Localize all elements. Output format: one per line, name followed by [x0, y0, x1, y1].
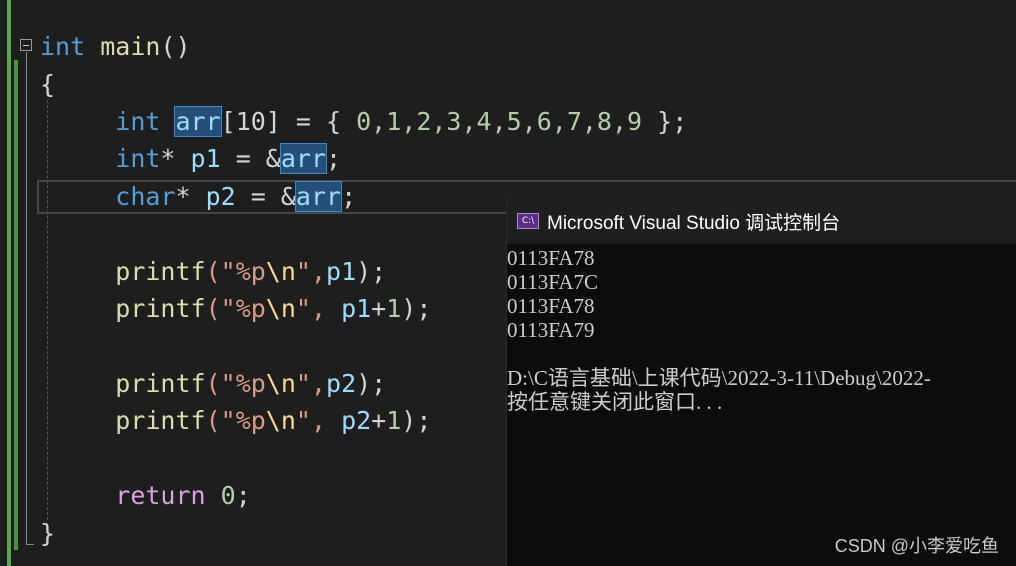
- variable: p1: [190, 144, 221, 173]
- code-line-3: int arr[10] = { 0,1,2,3,4,5,6,7,8,9 };: [40, 105, 687, 139]
- punctuation: );: [356, 369, 387, 398]
- code-line-5: char* p2 = &arr;: [40, 180, 356, 214]
- string-open: (": [205, 294, 236, 323]
- console-line: 0113FA78: [507, 294, 595, 318]
- escape-sequence: \n: [265, 406, 296, 435]
- fold-guide-line: [26, 52, 27, 544]
- fold-guide-end: [26, 544, 34, 545]
- debug-console-window[interactable]: C:\ Microsoft Visual Studio 调试控制台 0113FA…: [506, 198, 1016, 566]
- console-line: 0113FA78: [507, 246, 595, 270]
- format-specifier: %p: [235, 294, 266, 323]
- code-line-1: int main(): [40, 30, 191, 64]
- keyword: int: [115, 107, 161, 136]
- array-size: [10] = {: [220, 107, 357, 136]
- collapse-toggle-icon[interactable]: [20, 39, 32, 51]
- function-name: printf: [115, 294, 206, 323]
- number: 1: [386, 406, 402, 435]
- console-app-icon: C:\: [517, 213, 539, 229]
- function-name: printf: [115, 406, 206, 435]
- array-values: 0,1,2,3,4,5,6,7,8,9: [356, 107, 643, 136]
- code-line-11: printf("%p\n", p2+1);: [40, 404, 431, 438]
- function-name: main: [100, 32, 161, 61]
- console-title-bar[interactable]: C:\ Microsoft Visual Studio 调试控制台: [507, 198, 1016, 244]
- format-specifier: %p: [235, 406, 266, 435]
- code-line-13: return 0;: [40, 479, 251, 513]
- console-output[interactable]: 0113FA78 0113FA7C 0113FA78 0113FA79 D:\C语言基础…: [507, 246, 1016, 414]
- variable: p1: [341, 294, 372, 323]
- punctuation: *: [175, 182, 206, 211]
- brace-open: {: [40, 70, 56, 99]
- punctuation: (): [160, 32, 191, 61]
- punctuation: ;: [341, 182, 357, 211]
- punctuation: };: [642, 107, 688, 136]
- punctuation: ;: [235, 481, 251, 510]
- escape-sequence: \n: [265, 369, 296, 398]
- keyword: int: [40, 32, 86, 61]
- string-open: (": [205, 369, 236, 398]
- operator: = &: [235, 182, 296, 211]
- watermark: CSDN @小李爱吃鱼: [834, 536, 999, 556]
- code-line-4: int* p1 = &arr;: [40, 142, 341, 176]
- array-identifier: arr: [294, 181, 343, 212]
- console-line: D:\C语言基础\上课代码\2022-3-11\Debug\2022-: [507, 366, 931, 390]
- keyword-return: return: [115, 481, 206, 510]
- punctuation: );: [356, 257, 387, 286]
- operator: = &: [220, 144, 281, 173]
- code-line-8: printf("%p\n", p1+1);: [40, 292, 431, 326]
- console-line: 按任意键关闭此窗口. . .: [507, 390, 723, 414]
- escape-sequence: \n: [265, 294, 296, 323]
- variable: p2: [341, 406, 372, 435]
- number: 0: [205, 481, 236, 510]
- string-close: ",: [295, 406, 342, 435]
- code-line-10: printf("%p\n",p2);: [40, 367, 386, 401]
- variable: p2: [205, 182, 236, 211]
- brace-close: }: [40, 519, 56, 548]
- format-specifier: %p: [235, 369, 266, 398]
- operator: +: [371, 294, 387, 323]
- array-identifier: arr: [279, 143, 328, 174]
- punctuation: );: [401, 294, 432, 323]
- punctuation: );: [401, 406, 432, 435]
- code-line-2: {: [40, 68, 55, 102]
- punctuation: ;: [326, 144, 342, 173]
- keyword: char: [115, 182, 176, 211]
- variable: p2: [326, 369, 357, 398]
- string-open: (": [205, 406, 236, 435]
- variable: p1: [326, 257, 357, 286]
- keyword: int: [115, 144, 161, 173]
- change-indicator-bar: [7, 0, 11, 566]
- console-line: 0113FA7C: [507, 270, 599, 294]
- string-open: (": [205, 257, 236, 286]
- format-specifier: %p: [235, 257, 266, 286]
- array-identifier: arr: [174, 106, 222, 137]
- string-close: ",: [295, 369, 327, 398]
- change-indicator-bar-secondary: [14, 60, 18, 550]
- punctuation: *: [160, 144, 191, 173]
- console-title: Microsoft Visual Studio 调试控制台: [547, 212, 841, 234]
- console-line-empty: [507, 342, 1016, 366]
- string-close: ",: [295, 294, 342, 323]
- operator: +: [371, 406, 387, 435]
- code-line-14: }: [40, 517, 55, 551]
- escape-sequence: \n: [265, 257, 296, 286]
- code-line-7: printf("%p\n",p1);: [40, 255, 386, 289]
- number: 1: [386, 294, 402, 323]
- console-line: 0113FA79: [507, 318, 595, 342]
- string-close: ",: [295, 257, 327, 286]
- function-name: printf: [115, 369, 206, 398]
- function-name: printf: [115, 257, 206, 286]
